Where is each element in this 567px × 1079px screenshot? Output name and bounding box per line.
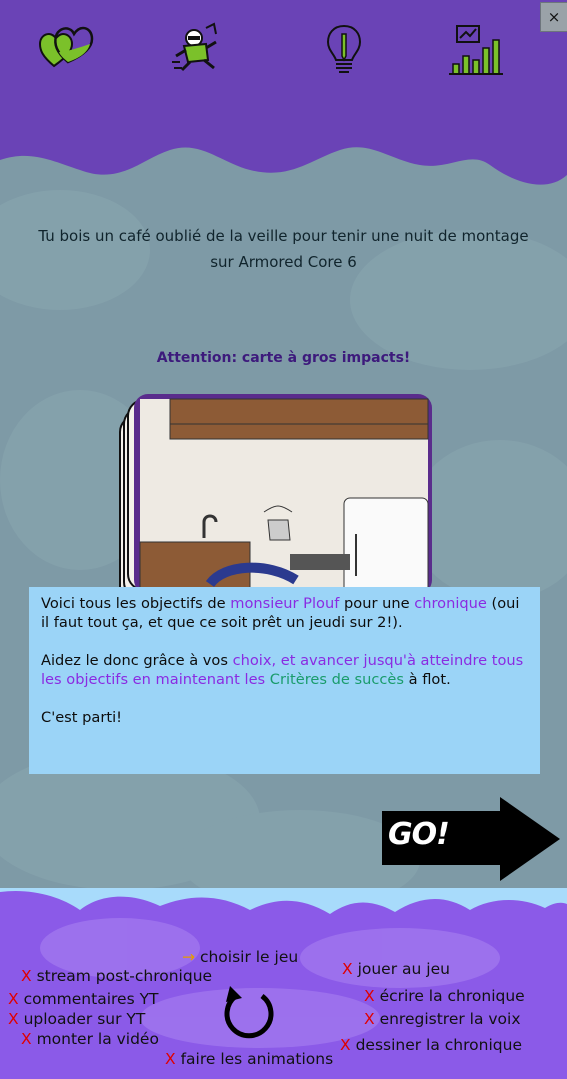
todo-marker: X: [21, 1030, 32, 1048]
chart-icon: [449, 25, 503, 75]
task-label: jouer au jeu: [357, 960, 450, 978]
go-button[interactable]: GO!: [382, 797, 560, 881]
task-item: X enregistrer la voix: [364, 1010, 521, 1028]
current-marker: →: [182, 948, 195, 966]
cycle-icon: [224, 986, 274, 1039]
todo-marker: X: [342, 960, 353, 978]
task-item: X écrire la chronique: [364, 987, 525, 1005]
task-label: dessiner la chronique: [355, 1036, 522, 1054]
dialog-paragraph-1: Voici tous les objectifs de monsieur Plo…: [41, 594, 528, 632]
task-label: faire les animations: [180, 1050, 334, 1068]
dialog-text: Aidez le donc grâce à vos: [41, 652, 233, 669]
task-item: X faire les animations: [165, 1050, 333, 1068]
todo-marker: X: [364, 1010, 375, 1028]
task-label: monter la vidéo: [36, 1030, 159, 1048]
success-criteria-highlight: Critères de succès: [269, 671, 405, 688]
todo-marker: X: [8, 1010, 19, 1028]
task-label: choisir le jeu: [199, 948, 299, 966]
event-question: Tu bois un café oublié de la veille pour…: [38, 227, 529, 271]
todo-marker: X: [8, 990, 19, 1008]
lightbulb-icon: [326, 24, 362, 73]
task-label: stream post-chronique: [36, 967, 213, 985]
hearts-icon: [38, 26, 94, 68]
todo-marker: X: [340, 1036, 351, 1054]
task-item: X stream post-chronique: [21, 967, 212, 985]
task-label: commentaires YT: [23, 990, 159, 1008]
task-label: uploader sur YT: [23, 1010, 146, 1028]
close-button[interactable]: ×: [540, 2, 567, 32]
character-name: monsieur Plouf: [230, 595, 340, 612]
task-item: X monter la vidéo: [21, 1030, 159, 1048]
task-item: X commentaires YT: [8, 990, 159, 1008]
dialog-paragraph-3: C'est parti!: [41, 709, 122, 726]
running-character-icon: [172, 22, 217, 72]
todo-marker: X: [165, 1050, 176, 1068]
dialog-paragraph-2: Aidez le donc grâce à vos choix, et avan…: [41, 651, 528, 689]
event-card[interactable]: [118, 394, 434, 594]
task-label: enregistrer la voix: [379, 1010, 521, 1028]
task-item: X jouer au jeu: [342, 960, 450, 978]
intro-dialog: Voici tous les objectifs de monsieur Plo…: [29, 587, 540, 774]
todo-marker: X: [21, 967, 32, 985]
todo-marker: X: [364, 987, 375, 1005]
go-label: GO!: [388, 817, 450, 852]
chronique-highlight: chronique: [414, 595, 487, 612]
task-label: écrire la chronique: [379, 987, 525, 1005]
task-item: X uploader sur YT: [8, 1010, 145, 1028]
dialog-text: à flot.: [404, 671, 451, 688]
task-item: → choisir le jeu: [182, 948, 298, 966]
dialog-text: Voici tous les objectifs de: [41, 595, 231, 612]
impact-warning: Attention: carte à gros impacts!: [156, 350, 411, 366]
task-item: X dessiner la chronique: [340, 1036, 522, 1054]
dialog-text: pour une: [339, 595, 415, 612]
